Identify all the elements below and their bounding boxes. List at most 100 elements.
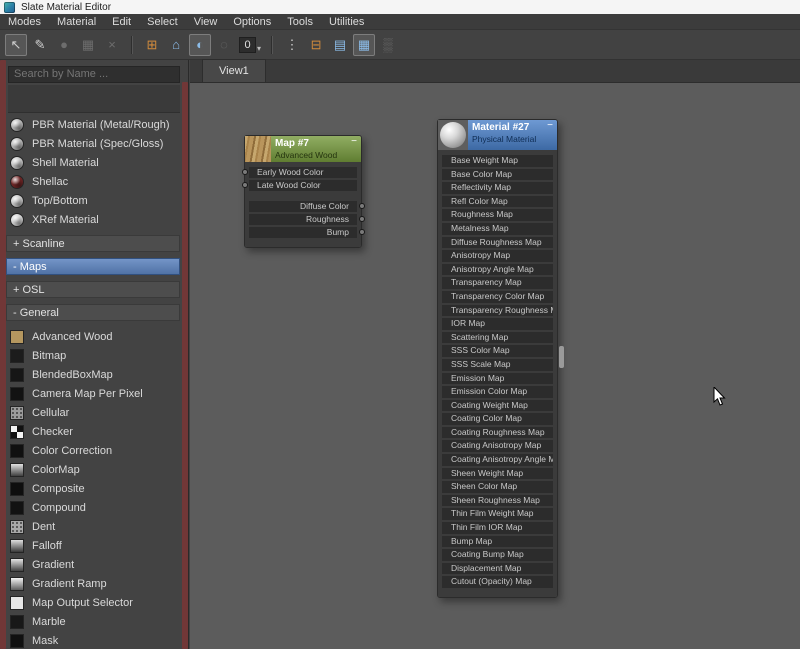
input-slot[interactable]: Thin Film IOR Map	[442, 522, 553, 534]
show-end-result-button[interactable]: ◌	[213, 34, 235, 56]
browser-item-advanced-wood[interactable]: Advanced Wood	[6, 327, 182, 346]
browser-item-map-output-selector[interactable]: Map Output Selector	[6, 593, 182, 612]
input-slot[interactable]: Scattering Map	[442, 332, 553, 344]
show-one-level-button[interactable]: ⋮	[281, 34, 303, 56]
input-slot-early-wood-color[interactable]: Early Wood Color	[249, 167, 357, 178]
layout-all-vertical-button[interactable]: ▤	[329, 34, 351, 56]
search-by-name-input[interactable]	[8, 66, 180, 83]
input-slot-late-wood-color[interactable]: Late Wood Color	[249, 180, 357, 191]
tab-view1[interactable]: View1	[202, 59, 266, 82]
browser-item-dent[interactable]: Dent	[6, 517, 182, 536]
browser-item-color-correction[interactable]: Color Correction	[6, 441, 182, 460]
browser-item-mask[interactable]: Mask	[6, 631, 182, 649]
show-background-button[interactable]: ⌂	[165, 34, 187, 56]
browser-group-scanline[interactable]: + Scanline	[6, 235, 180, 252]
browser-item-blendedboxmap[interactable]: BlendedBoxMap	[6, 365, 182, 384]
browser-item-composite[interactable]: Composite	[6, 479, 182, 498]
collapse-node-icon[interactable]: −	[547, 121, 553, 131]
input-socket-icon[interactable]	[242, 169, 248, 175]
browser-item-gradient-ramp[interactable]: Gradient Ramp	[6, 574, 182, 593]
node-map7-advanced-wood[interactable]: Map #7 Advanced Wood − Early Wood Color …	[244, 135, 362, 248]
browser-item-top-bottom[interactable]: Top/Bottom	[6, 191, 182, 210]
input-slot[interactable]: IOR Map	[442, 318, 553, 330]
input-slot[interactable]: Transparency Color Map	[442, 291, 553, 303]
input-slot[interactable]: Displacement Map	[442, 563, 553, 575]
put-material-to-scene-button[interactable]: ●	[53, 34, 75, 56]
input-slot[interactable]: SSS Scale Map	[442, 359, 553, 371]
input-slot[interactable]: Refl Color Map	[442, 196, 553, 208]
browser-item-colormap[interactable]: ColorMap	[6, 460, 182, 479]
layout-children-button[interactable]: ▦	[353, 34, 375, 56]
node-material27-physical-material[interactable]: Material #27 Physical Material − Base We…	[437, 119, 558, 598]
browser-item-gradient[interactable]: Gradient	[6, 555, 182, 574]
input-slot[interactable]: Reflectivity Map	[442, 182, 553, 194]
input-slot[interactable]: Anisotropy Angle Map	[442, 264, 553, 276]
browser-group-maps[interactable]: - Maps	[6, 258, 180, 275]
input-slot[interactable]: Coating Anisotropy Map	[442, 440, 553, 452]
input-socket-icon[interactable]	[242, 182, 248, 188]
material-id-channel[interactable]: 0 ▾	[239, 37, 261, 53]
browser-item-compound[interactable]: Compound	[6, 498, 182, 517]
menu-utilities[interactable]: Utilities	[321, 14, 372, 30]
output-socket-icon[interactable]	[359, 203, 365, 209]
show-shaded-material-in-viewport-button[interactable]: ◐	[189, 34, 211, 56]
input-slot[interactable]: Transparency Roughness M...	[442, 305, 553, 317]
input-slot[interactable]: Emission Map	[442, 373, 553, 385]
browser-item-checker[interactable]: Checker	[6, 422, 182, 441]
browser-item-shellac[interactable]: Shellac	[6, 172, 182, 191]
input-slot[interactable]: Coating Bump Map	[442, 549, 553, 561]
show-grid-button[interactable]: ▒	[377, 34, 399, 56]
menu-material[interactable]: Material	[49, 14, 104, 30]
output-slot-bump[interactable]: Bump	[249, 227, 357, 238]
input-slot[interactable]: SSS Color Map	[442, 345, 553, 357]
browser-item-falloff[interactable]: Falloff	[6, 536, 182, 555]
output-socket-icon[interactable]	[359, 229, 365, 235]
input-slot[interactable]: Diffuse Roughness Map	[442, 237, 553, 249]
move-children-button[interactable]: ⊞	[141, 34, 163, 56]
menu-view[interactable]: View	[186, 14, 226, 30]
menu-select[interactable]: Select	[139, 14, 186, 30]
input-slot[interactable]: Base Color Map	[442, 169, 553, 181]
output-slot-diffuse-color[interactable]: Diffuse Color	[249, 201, 357, 212]
input-slot[interactable]: Metalness Map	[442, 223, 553, 235]
input-slot[interactable]: Emission Color Map	[442, 386, 553, 398]
collapse-node-icon[interactable]: −	[351, 137, 357, 147]
input-slot[interactable]: Transparency Map	[442, 277, 553, 289]
browser-group-general[interactable]: - General	[6, 304, 180, 321]
output-slot-roughness[interactable]: Roughness	[249, 214, 357, 225]
assign-material-to-selection-button[interactable]: ▦	[77, 34, 99, 56]
delete-selected-button[interactable]: ×	[101, 34, 123, 56]
browser-item-camera-map-per-pixel[interactable]: Camera Map Per Pixel	[6, 384, 182, 403]
pick-material-eyedropper-button[interactable]: ✎	[29, 34, 51, 56]
material-node-header[interactable]: Material #27 Physical Material −	[438, 120, 557, 150]
input-slot[interactable]: Cutout (Opacity) Map	[442, 576, 553, 588]
browser-item-pbr-metal-rough[interactable]: PBR Material (Metal/Rough)	[6, 115, 182, 134]
select-tool-button[interactable]: ↖	[5, 34, 27, 56]
browser-item-pbr-spec-gloss[interactable]: PBR Material (Spec/Gloss)	[6, 134, 182, 153]
material-id-value[interactable]: 0	[239, 37, 256, 53]
input-slot[interactable]: Anisotropy Map	[442, 250, 553, 262]
input-slot[interactable]: Base Weight Map	[442, 155, 553, 167]
node-graph-canvas[interactable]: Map #7 Advanced Wood − Early Wood Color …	[190, 83, 800, 649]
wood-node-header[interactable]: Map #7 Advanced Wood −	[245, 136, 361, 162]
browser-group-osl[interactable]: + OSL	[6, 281, 180, 298]
browser-item-xref-material[interactable]: XRef Material	[6, 210, 182, 229]
browser-item-shell-material[interactable]: Shell Material	[6, 153, 182, 172]
input-slot[interactable]: Coating Roughness Map	[442, 427, 553, 439]
input-slot[interactable]: Sheen Color Map	[442, 481, 553, 493]
output-socket-icon[interactable]	[359, 216, 365, 222]
input-slot[interactable]: Thin Film Weight Map	[442, 508, 553, 520]
input-slot[interactable]: Coating Weight Map	[442, 400, 553, 412]
input-slot[interactable]: Sheen Roughness Map	[442, 495, 553, 507]
browser-scrollbar-right[interactable]	[182, 82, 188, 649]
menu-options[interactable]: Options	[225, 14, 279, 30]
input-slot[interactable]: Sheen Weight Map	[442, 468, 553, 480]
input-slot[interactable]: Coating Color Map	[442, 413, 553, 425]
browser-item-bitmap[interactable]: Bitmap	[6, 346, 182, 365]
input-slot[interactable]: Roughness Map	[442, 209, 553, 221]
browser-item-marble[interactable]: Marble	[6, 612, 182, 631]
menu-tools[interactable]: Tools	[279, 14, 321, 30]
menu-modes[interactable]: Modes	[0, 14, 49, 30]
hide-unused-nodeslots-button[interactable]: ⊟	[305, 34, 327, 56]
browser-item-cellular[interactable]: Cellular	[6, 403, 182, 422]
